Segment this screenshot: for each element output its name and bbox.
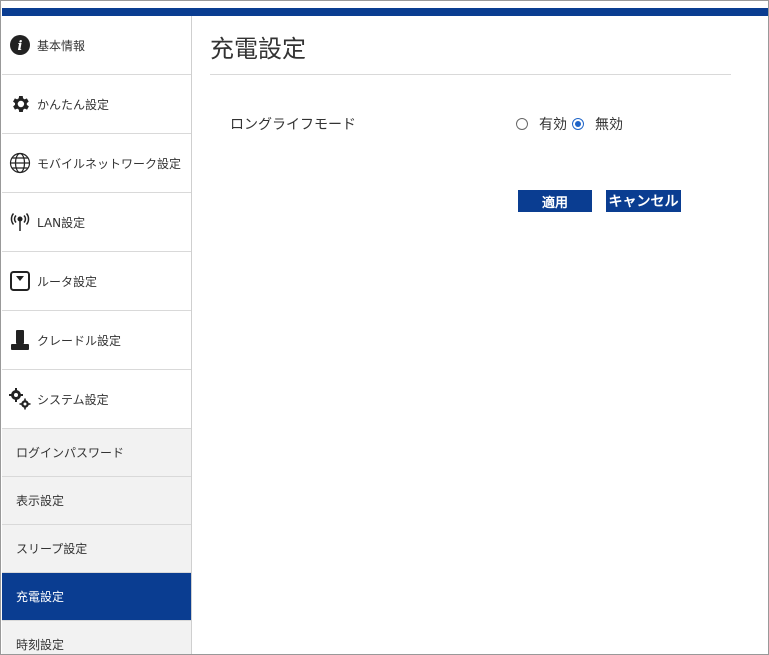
router-icon — [8, 269, 32, 293]
info-icon: i — [8, 33, 32, 57]
enable-radio[interactable] — [516, 118, 528, 130]
antenna-icon — [8, 210, 32, 234]
sidebar-subitem-sleep[interactable]: スリープ設定 — [2, 525, 191, 573]
long-life-mode-radio-group: 有効 無効 — [516, 114, 627, 134]
page-title: 充電設定 — [210, 35, 306, 63]
sidebar-item-basic-info[interactable]: i 基本情報 — [2, 16, 191, 75]
main-content: 充電設定 ロングライフモード 有効 無効 適用 キャンセル — [193, 16, 768, 654]
sidebar-subitem-display[interactable]: 表示設定 — [2, 477, 191, 525]
sidebar-item-label: かんたん設定 — [37, 97, 110, 112]
sidebar-item-easy-setup[interactable]: かんたん設定 — [2, 75, 191, 134]
gears-icon — [8, 387, 32, 411]
app-window: i 基本情報 かんたん設定 モバイルネットワーク設定 LAN設定 ルータ設定 ク… — [0, 0, 769, 655]
apply-button[interactable]: 適用 — [518, 190, 592, 212]
sidebar-item-label: モバイルネットワーク設定 — [37, 156, 182, 171]
sidebar-item-label: 基本情報 — [37, 38, 86, 53]
sidebar-subitem-label: 表示設定 — [16, 494, 65, 508]
sidebar-item-mobile-network[interactable]: モバイルネットワーク設定 — [2, 134, 191, 193]
long-life-mode-label: ロングライフモード — [230, 117, 356, 133]
sidebar-subitem-label: スリープ設定 — [16, 542, 88, 556]
top-accent-bar — [2, 8, 768, 16]
sidebar-item-label: システム設定 — [37, 392, 109, 407]
sidebar-subitem-label: ログインパスワード — [16, 446, 125, 460]
sidebar-subitem-charging[interactable]: 充電設定 — [2, 573, 191, 621]
sidebar: i 基本情報 かんたん設定 モバイルネットワーク設定 LAN設定 ルータ設定 ク… — [2, 16, 192, 654]
sidebar-item-cradle[interactable]: クレードル設定 — [2, 311, 191, 370]
sidebar-subitem-login-password[interactable]: ログインパスワード — [2, 429, 191, 477]
cancel-button[interactable]: キャンセル — [606, 190, 681, 212]
globe-icon — [8, 151, 32, 175]
sidebar-item-label: LAN設定 — [37, 215, 86, 230]
sidebar-item-lan[interactable]: LAN設定 — [2, 193, 191, 252]
svg-text:i: i — [18, 39, 23, 54]
disable-radio[interactable] — [572, 118, 584, 130]
title-divider — [210, 74, 731, 75]
cradle-icon — [8, 328, 32, 352]
sidebar-subitem-time[interactable]: 時刻設定 — [2, 621, 191, 654]
sidebar-item-router[interactable]: ルータ設定 — [2, 252, 191, 311]
sidebar-item-system[interactable]: システム設定 — [2, 370, 191, 429]
disable-radio-label[interactable]: 無効 — [595, 114, 623, 134]
sidebar-item-label: ルータ設定 — [37, 274, 98, 289]
enable-radio-label[interactable]: 有効 — [539, 114, 567, 134]
sidebar-item-label: クレードル設定 — [37, 333, 122, 348]
gear-icon — [8, 92, 32, 116]
sidebar-subitem-label: 時刻設定 — [16, 638, 65, 652]
sidebar-subitem-label: 充電設定 — [16, 590, 65, 604]
